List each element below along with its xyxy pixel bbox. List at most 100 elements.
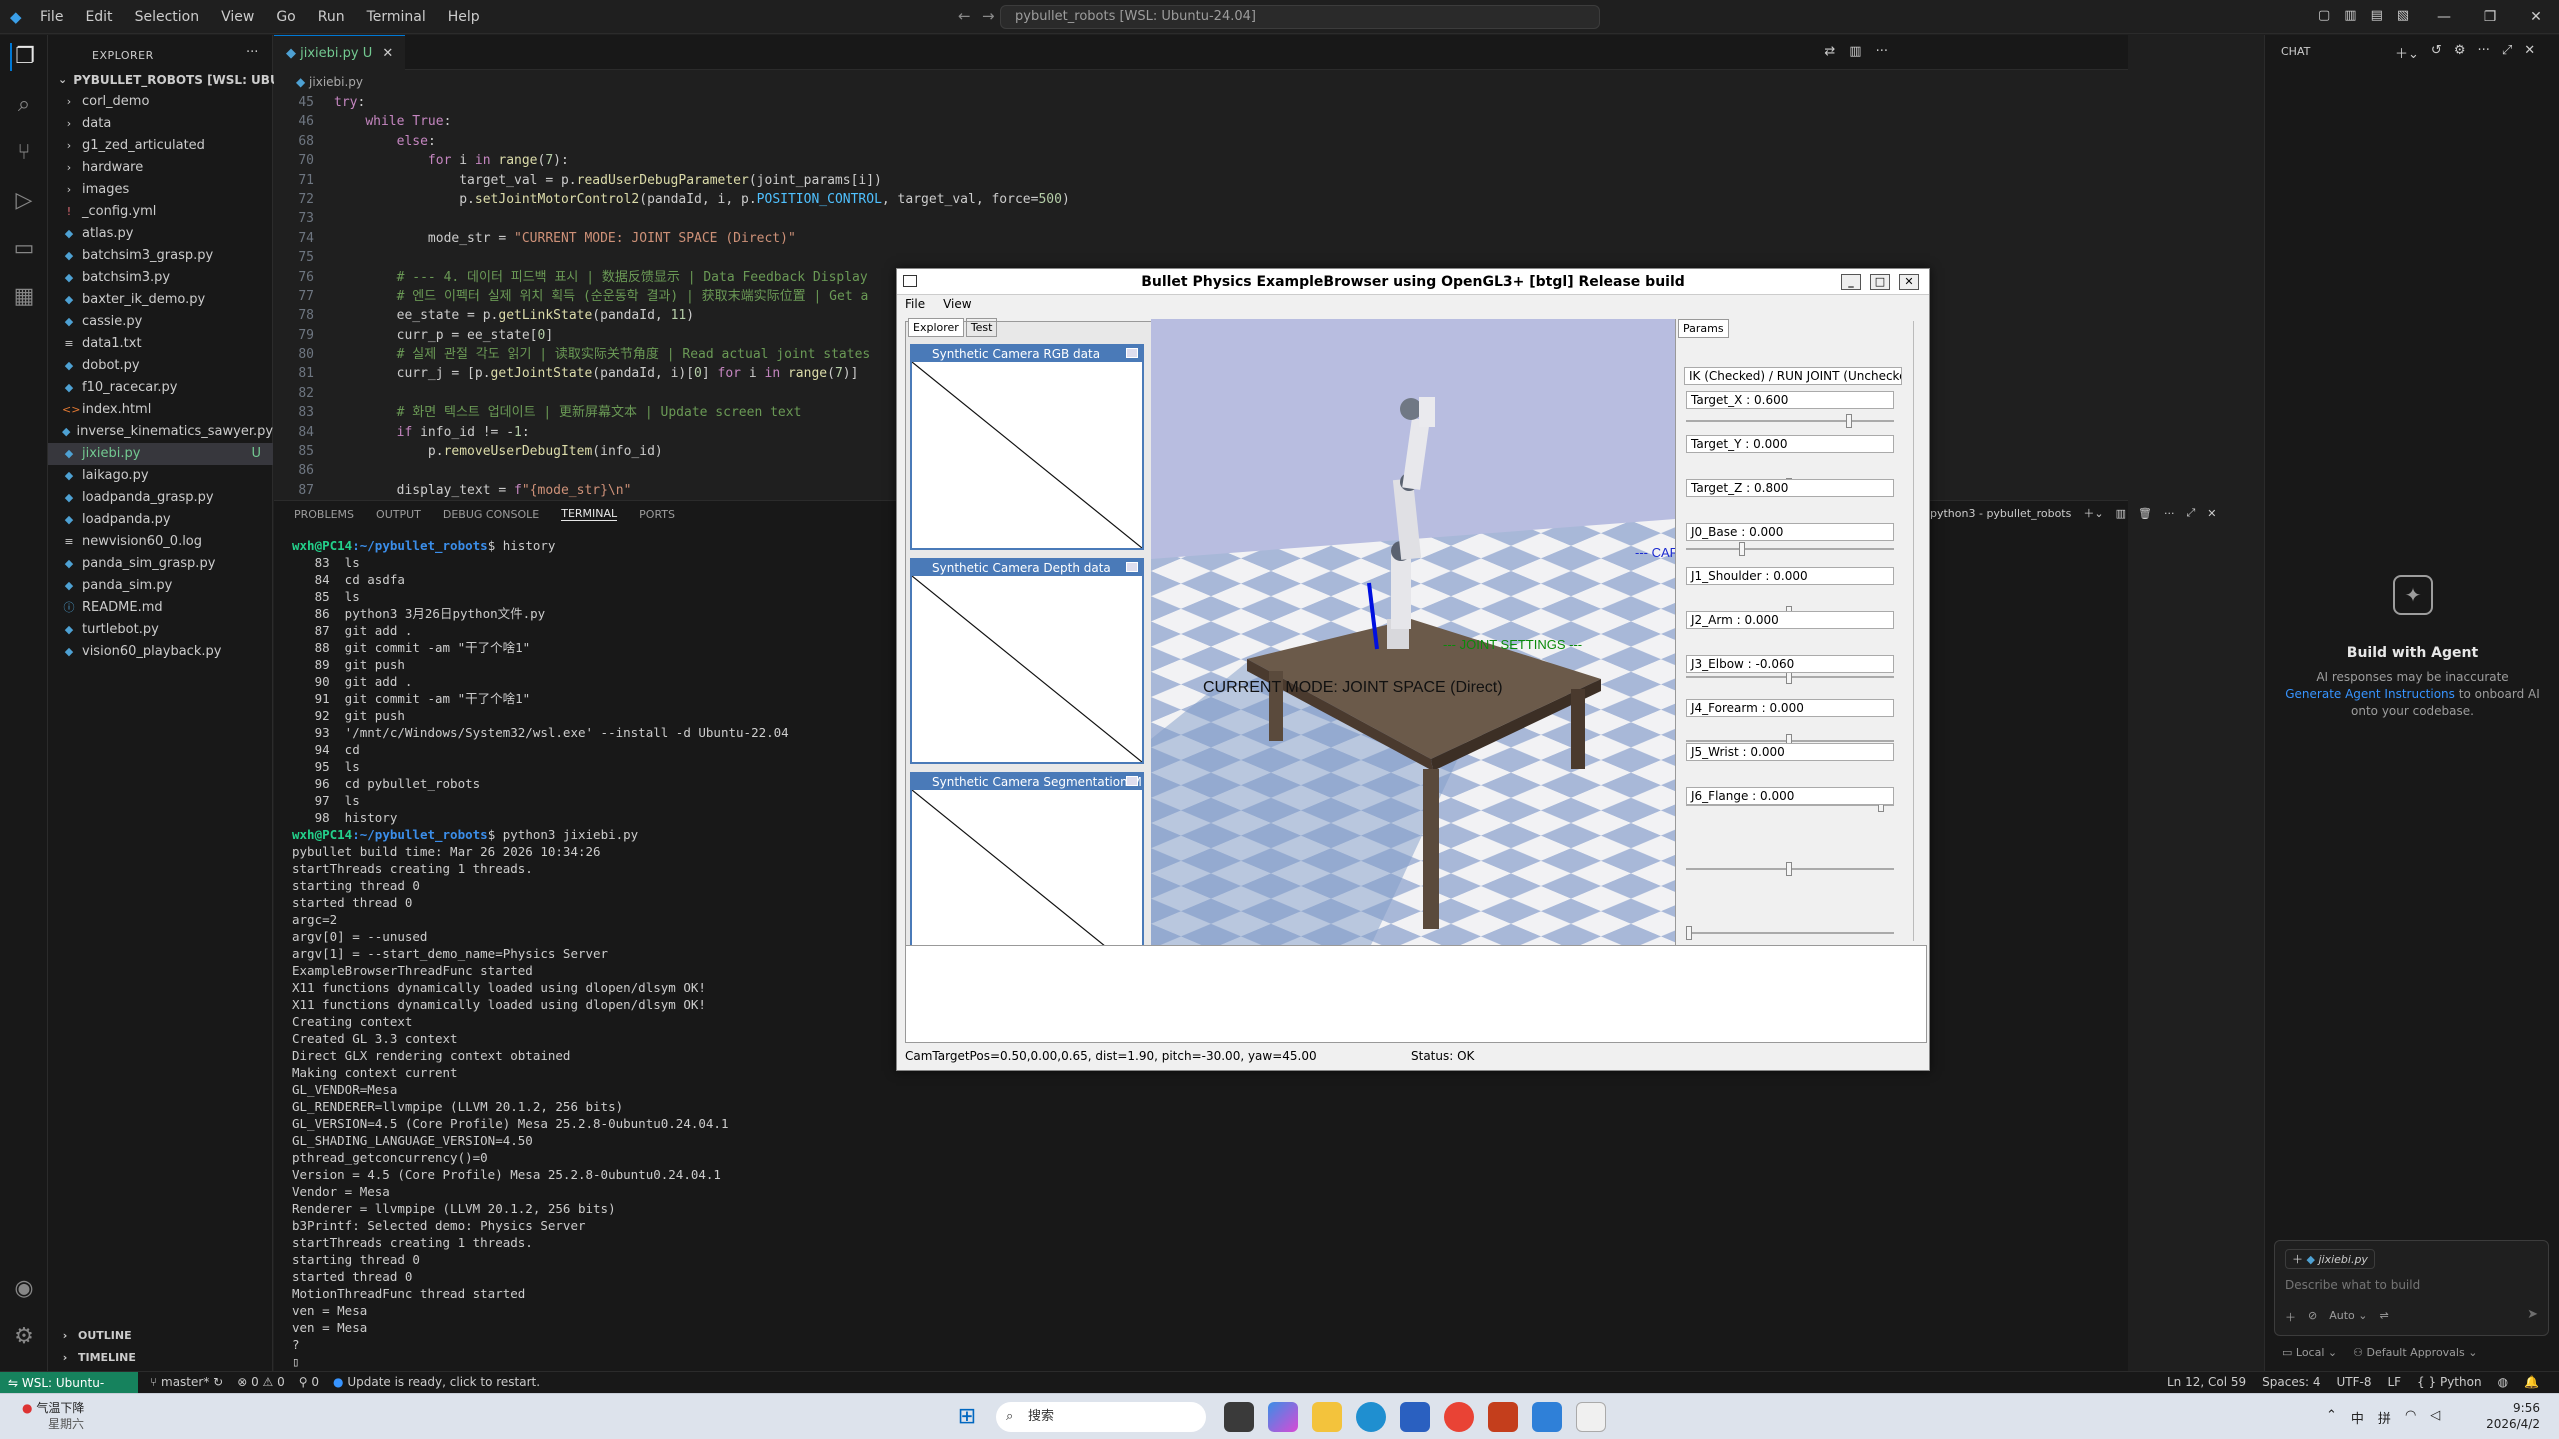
remote-explorer-icon[interactable]: ▭ <box>10 235 38 263</box>
split-editor-icon[interactable]: ▥ <box>1849 44 1861 59</box>
code-line[interactable]: 70 for i in range(7): <box>274 151 2128 170</box>
problems-indicator[interactable]: ⊗ 0 ⚠ 0 <box>237 1375 285 1389</box>
menu-run[interactable]: Run <box>318 9 345 25</box>
explorer-icon[interactable]: ❐ <box>10 43 38 71</box>
notifications-icon[interactable]: 🔔 <box>2524 1375 2539 1389</box>
file-item[interactable]: ◆ laikago.py <box>48 465 273 487</box>
file-item[interactable]: ◆ jixiebi.py U <box>48 443 273 465</box>
menu-go[interactable]: Go <box>276 9 295 25</box>
close-icon[interactable]: ✕ <box>2513 9 2559 25</box>
close-panel-icon[interactable]: ✕ <box>2207 507 2216 520</box>
ik-toggle[interactable]: IK (Checked) / RUN JOINT (Unchecked) <box>1684 367 1902 385</box>
bullet-title[interactable]: Bullet Physics ExampleBrowser using Open… <box>897 269 1929 295</box>
new-terminal-icon[interactable]: ＋⌄ <box>2083 505 2103 521</box>
breadcrumb[interactable]: ◆ jixiebi.py <box>274 71 363 93</box>
eol[interactable]: LF <box>2387 1375 2401 1389</box>
gear-icon[interactable]: ⚙ <box>2454 43 2466 62</box>
more-actions-icon[interactable]: ··· <box>1876 44 1888 59</box>
command-center[interactable]: pybullet_robots [WSL: Ubuntu-24.04] <box>1000 5 1600 29</box>
language-mode[interactable]: { } Python <box>2417 1375 2482 1389</box>
code-line[interactable]: 45 try: <box>274 93 2128 112</box>
param-slider[interactable] <box>1686 411 1894 431</box>
file-item[interactable]: ◆ vision60_playback.py <box>48 641 273 663</box>
file-item[interactable]: ◆ loadpanda.py <box>48 509 273 531</box>
weather-widget[interactable]: ● 气温下降 星期六 <box>22 1400 84 1432</box>
generate-instructions-link[interactable]: Generate Agent Instructions <box>2285 687 2455 701</box>
edge-icon[interactable] <box>1356 1402 1386 1432</box>
add-context-icon[interactable]: ＋ <box>2285 1309 2296 1325</box>
menu-edit[interactable]: Edit <box>85 9 112 25</box>
menu-help[interactable]: Help <box>448 9 480 25</box>
3d-viewport[interactable]: CURRENT MODE: JOINT SPACE (Direct) --- J… <box>1151 319 1675 945</box>
update-notice[interactable]: ● Update is ready, click to restart. <box>333 1375 540 1389</box>
ime-indicator[interactable]: 中 <box>2351 1408 2364 1427</box>
tab-explorer[interactable]: Explorer <box>908 318 964 337</box>
toggle-secondary-sidebar-icon[interactable]: ▧ <box>2397 8 2409 23</box>
taskbar-search[interactable]: ⌕ 搜索 <box>996 1402 1206 1432</box>
wifi-icon[interactable]: ◠ <box>2405 1408 2416 1427</box>
close-icon[interactable]: ✕ <box>1899 274 1919 290</box>
tray-chevron-icon[interactable]: ⌃ <box>2326 1408 2337 1427</box>
ime-mode[interactable]: 拼 <box>2378 1408 2391 1427</box>
code-line[interactable]: 71 target_val = p.readUserDebugParameter… <box>274 171 2128 190</box>
folder-item[interactable]: › corl_demo <box>48 91 273 113</box>
panel-tab-debug-console[interactable]: DEBUG CONSOLE <box>443 508 539 521</box>
menu-terminal[interactable]: Terminal <box>367 9 426 25</box>
forward-arrow-icon[interactable]: → <box>982 7 995 25</box>
file-item[interactable]: ◆ atlas.py <box>48 223 273 245</box>
collapse-icon[interactable] <box>1126 348 1138 358</box>
vscode-taskbar-icon[interactable] <box>1532 1402 1562 1432</box>
file-item[interactable]: ! _config.yml <box>48 201 273 223</box>
code-line[interactable]: 72 p.setJointMotorControl2(pandaId, i, p… <box>274 190 2128 209</box>
code-line[interactable]: 68 else: <box>274 132 2128 151</box>
folder-item[interactable]: › images <box>48 179 273 201</box>
source-control-icon[interactable]: ⑂ <box>10 139 38 167</box>
chrome-icon[interactable] <box>1444 1402 1474 1432</box>
back-arrow-icon[interactable]: ← <box>958 7 971 25</box>
compare-icon[interactable]: ⇄ <box>1824 44 1835 59</box>
terminal-output[interactable]: wxh@PC14:~/pybullet_robots$ history 83 l… <box>292 537 789 1370</box>
folder-item[interactable]: › data <box>48 113 273 135</box>
powerpoint-icon[interactable] <box>1488 1402 1518 1432</box>
cursor-position[interactable]: Ln 12, Col 59 <box>2167 1375 2246 1389</box>
more-actions-icon[interactable]: ··· <box>2477 43 2489 62</box>
file-item[interactable]: ◆ batchsim3_grasp.py <box>48 245 273 267</box>
timeline-section[interactable]: › TIMELINE <box>48 1347 136 1369</box>
file-item[interactable]: ≡ data1.txt <box>48 333 273 355</box>
maximize-icon[interactable]: ❐ <box>2467 9 2513 25</box>
slider-knob[interactable] <box>1786 862 1792 876</box>
account-icon[interactable]: ◉ <box>10 1275 38 1303</box>
camera-panel[interactable]: Synthetic Camera RGB data <box>910 344 1144 550</box>
menu-selection[interactable]: Selection <box>135 9 200 25</box>
panel-tab-problems[interactable]: PROBLEMS <box>294 508 354 521</box>
code-line[interactable]: 46 while True: <box>274 112 2128 131</box>
chat-input[interactable] <box>2285 1275 2535 1295</box>
remote-indicator[interactable]: ⇋ WSL: Ubuntu-24.04 <box>0 1372 138 1412</box>
menu-view[interactable]: View <box>221 9 254 25</box>
store-icon[interactable] <box>1400 1402 1430 1432</box>
panel-tab-ports[interactable]: PORTS <box>639 508 675 521</box>
history-icon[interactable]: ↺ <box>2431 43 2442 62</box>
file-item[interactable]: ◆ baxter_ik_demo.py <box>48 289 273 311</box>
approvals-picker[interactable]: ⚇ Default Approvals ⌄ <box>2353 1346 2477 1359</box>
slider-knob[interactable] <box>1686 926 1692 940</box>
file-item[interactable]: ≡ newvision60_0.log <box>48 531 273 553</box>
volume-icon[interactable]: ◁ <box>2430 1408 2440 1427</box>
file-item[interactable]: ◆ panda_sim.py <box>48 575 273 597</box>
send-icon[interactable]: ➤ <box>2527 1307 2538 1322</box>
chat-toggle-icon[interactable]: ▢ <box>2318 8 2330 23</box>
search-icon[interactable]: ⌕ <box>10 91 38 119</box>
indentation[interactable]: Spaces: 4 <box>2262 1375 2320 1389</box>
trash-icon[interactable]: 🗑 <box>2138 507 2152 520</box>
file-item[interactable]: ◆ turtlebot.py <box>48 619 273 641</box>
copilot-icon[interactable]: ◍ <box>2498 1375 2508 1389</box>
file-item[interactable]: ◆ batchsim3.py <box>48 267 273 289</box>
maximize-icon[interactable]: □ <box>1870 274 1890 290</box>
split-terminal-icon[interactable]: ▥ <box>2116 507 2126 520</box>
file-item[interactable]: <> index.html <box>48 399 273 421</box>
extensions-icon[interactable]: ▦ <box>10 283 38 311</box>
tab-jixiebi[interactable]: ◆ jixiebi.py U ✕ <box>274 35 406 70</box>
bullet-menu-file[interactable]: File <box>905 297 925 311</box>
maximize-panel-icon[interactable]: ⤢ <box>2186 506 2195 520</box>
file-item[interactable]: ◆ f10_racecar.py <box>48 377 273 399</box>
